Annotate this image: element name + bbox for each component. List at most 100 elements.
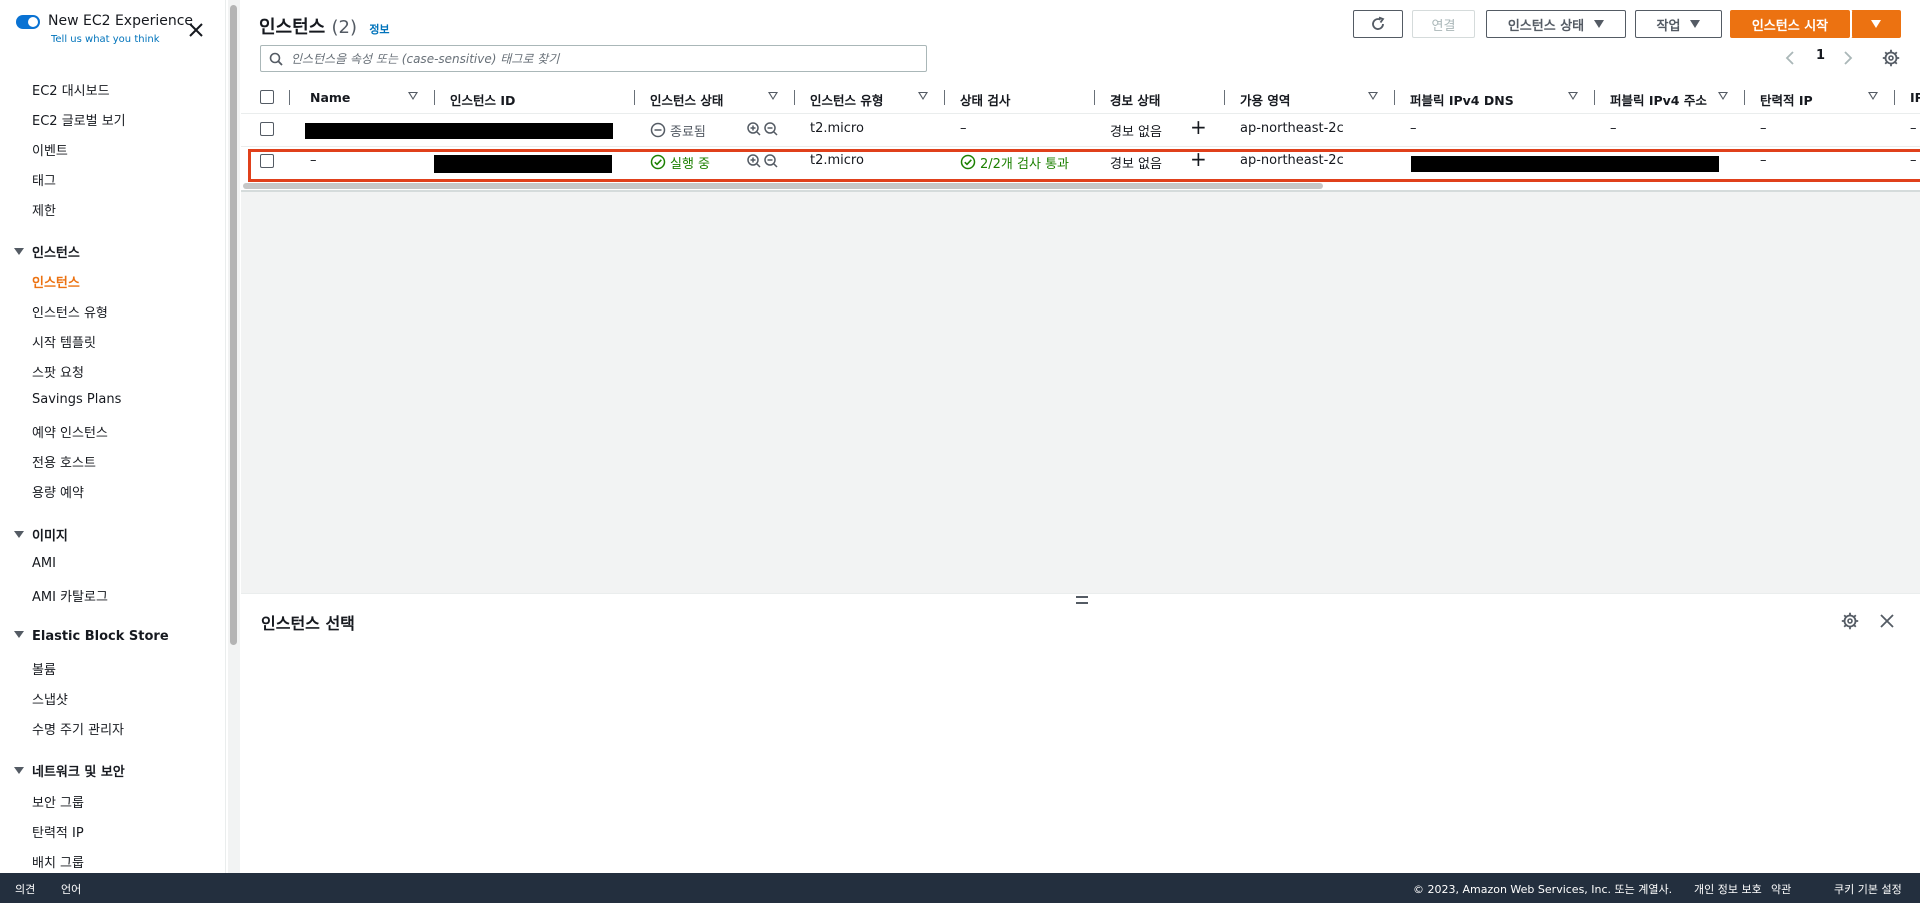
search-icon: [269, 52, 283, 66]
sort-icon[interactable]: [408, 92, 418, 100]
column-header-elastic-ip[interactable]: 탄력적 IP: [1760, 90, 1813, 109]
footer-language-link[interactable]: 언어: [61, 881, 81, 897]
footer-privacy-link[interactable]: 개인 정보 보호: [1694, 881, 1762, 897]
column-divider[interactable]: [944, 90, 945, 105]
add-alarm-icon[interactable]: +: [1190, 115, 1207, 139]
sort-icon[interactable]: [1718, 92, 1728, 100]
sidebar-section-label: 이미지: [32, 529, 68, 544]
instance-state-dropdown[interactable]: 인스턴스 상태: [1486, 10, 1626, 38]
sidebar-item-launch-templates[interactable]: 시작 템플릿: [32, 332, 96, 351]
sidebar-item-dedicated-hosts[interactable]: 전용 호스트: [32, 452, 96, 471]
new-experience-toggle[interactable]: [16, 15, 40, 29]
refresh-button[interactable]: [1353, 10, 1403, 38]
column-divider[interactable]: [1744, 90, 1745, 105]
launch-instance-dropdown[interactable]: [1851, 10, 1901, 38]
search-input[interactable]: [291, 49, 911, 69]
sidebar-item-instance-types[interactable]: 인스턴스 유형: [32, 302, 108, 321]
sidebar-item-elastic-ips[interactable]: 탄력적 IP: [32, 822, 84, 841]
sidebar-item-ami-catalog[interactable]: AMI 카탈로그: [32, 586, 108, 605]
sidebar-section-network-security[interactable]: 네트워크 및 보안: [14, 761, 125, 780]
sidebar-item-spot-requests[interactable]: 스팟 요청: [32, 362, 84, 381]
sidebar-item-events[interactable]: 이벤트: [32, 140, 68, 159]
sort-icon[interactable]: [1568, 92, 1578, 100]
footer-copyright: © 2023, Amazon Web Services, Inc. 또는 계열사…: [1413, 883, 1673, 896]
row-checkbox[interactable]: [260, 122, 274, 136]
settings-gear-icon[interactable]: [1841, 612, 1859, 630]
column-header-alarm-status[interactable]: 경보 상태: [1110, 90, 1160, 109]
sidebar-item-instances[interactable]: 인스턴스: [32, 272, 80, 291]
instance-count: (2): [331, 17, 358, 38]
sidebar-item-lifecycle-manager[interactable]: 수명 주기 관리자: [32, 719, 124, 738]
close-icon[interactable]: [186, 20, 206, 40]
column-header-instance-id[interactable]: 인스턴스 ID: [450, 90, 515, 109]
sidebar-item-placement-groups[interactable]: 배치 그룹: [32, 852, 84, 871]
sidebar-item-capacity-reservations[interactable]: 용량 예약: [32, 482, 84, 501]
column-divider[interactable]: [434, 90, 435, 105]
page-title-text: 인스턴스: [259, 17, 326, 38]
caret-down-icon: [14, 767, 24, 774]
sort-icon[interactable]: [918, 92, 928, 100]
sidebar-section-ebs[interactable]: Elastic Block Store: [14, 629, 169, 644]
column-header-public-ipv4[interactable]: 퍼블릭 IPv4 주소: [1610, 90, 1707, 109]
details-panel: 인스턴스 선택: [241, 593, 1920, 873]
instance-state-label: 인스턴스 상태: [1507, 18, 1585, 34]
actions-dropdown[interactable]: 작업: [1635, 10, 1722, 38]
select-all-checkbox[interactable]: [260, 90, 274, 104]
sidebar-item-ec2-dashboard[interactable]: EC2 대시보드: [32, 80, 110, 99]
column-divider[interactable]: [634, 90, 635, 105]
column-header-name[interactable]: Name: [310, 90, 350, 105]
sort-icon[interactable]: [1868, 92, 1878, 100]
stopped-status-icon: [650, 122, 666, 138]
column-divider[interactable]: [794, 90, 795, 105]
column-header-availability-zone[interactable]: 가용 영역: [1240, 90, 1290, 109]
table-horizontal-scrollbar[interactable]: [243, 183, 1323, 189]
sidebar-item-limits[interactable]: 제한: [32, 200, 56, 219]
resize-handle[interactable]: [1076, 596, 1088, 604]
sidebar-item-savings-plans[interactable]: Savings Plans: [32, 392, 121, 407]
chevron-right-icon[interactable]: [1842, 50, 1854, 66]
sidebar-scrollbar-thumb[interactable]: [230, 5, 237, 645]
sidebar-item-security-groups[interactable]: 보안 그룹: [32, 792, 84, 811]
sidebar-item-ec2-global-view[interactable]: EC2 글로벌 보기: [32, 110, 126, 129]
column-divider[interactable]: [1394, 90, 1395, 105]
sidebar-item-volumes[interactable]: 볼륨: [32, 659, 56, 678]
info-link[interactable]: 정보: [369, 23, 389, 36]
sidebar-item-tags[interactable]: 태그: [32, 170, 56, 189]
sort-icon[interactable]: [1368, 92, 1378, 100]
column-header-ip[interactable]: IP: [1910, 90, 1920, 105]
column-divider[interactable]: [289, 90, 290, 105]
current-page[interactable]: 1: [1816, 48, 1825, 63]
sidebar-item-reserved-instances[interactable]: 예약 인스턴스: [32, 422, 108, 441]
column-divider[interactable]: [1224, 90, 1225, 105]
column-header-instance-state[interactable]: 인스턴스 상태: [650, 90, 723, 109]
status-check: –: [960, 121, 967, 136]
column-header-status-check[interactable]: 상태 검사: [960, 90, 1010, 109]
caret-down-icon: [1690, 20, 1701, 28]
sort-icon[interactable]: [768, 92, 778, 100]
sidebar-item-ami[interactable]: AMI: [32, 556, 56, 571]
alarm-status: 경보 없음: [1110, 125, 1162, 140]
sidebar-section-instances[interactable]: 인스턴스: [14, 242, 80, 261]
column-divider[interactable]: [1094, 90, 1095, 105]
connect-button[interactable]: 연결: [1412, 10, 1475, 38]
column-header-public-dns[interactable]: 퍼블릭 IPv4 DNS: [1410, 90, 1514, 109]
column-header-instance-type[interactable]: 인스턴스 유형: [810, 90, 883, 109]
close-icon[interactable]: [1878, 612, 1896, 630]
search-box[interactable]: [260, 45, 927, 72]
zoom-in-out-icon[interactable]: [746, 121, 780, 137]
chevron-left-icon[interactable]: [1784, 50, 1796, 66]
sidebar-section-images[interactable]: 이미지: [14, 525, 68, 544]
feedback-link[interactable]: Tell us what you think: [51, 34, 160, 45]
column-divider[interactable]: [1594, 90, 1595, 105]
new-experience-title: New EC2 Experience: [48, 13, 194, 29]
refresh-icon: [1372, 16, 1385, 30]
redacted-name: [305, 123, 613, 139]
column-divider[interactable]: [1894, 90, 1895, 105]
settings-gear-icon[interactable]: [1882, 49, 1900, 67]
sidebar-item-snapshots[interactable]: 스냅샷: [32, 689, 68, 708]
footer-cookie-preferences-link[interactable]: 쿠키 기본 설정: [1834, 881, 1902, 897]
instances-panel: 인스턴스 (2) 정보 연결 인스턴스 상태 작업 인스턴스 시작 1 Name…: [241, 0, 1920, 192]
launch-instance-button[interactable]: 인스턴스 시작: [1730, 10, 1850, 38]
footer-feedback-link[interactable]: 의견: [15, 881, 35, 897]
footer-terms-link[interactable]: 약관: [1771, 881, 1791, 897]
